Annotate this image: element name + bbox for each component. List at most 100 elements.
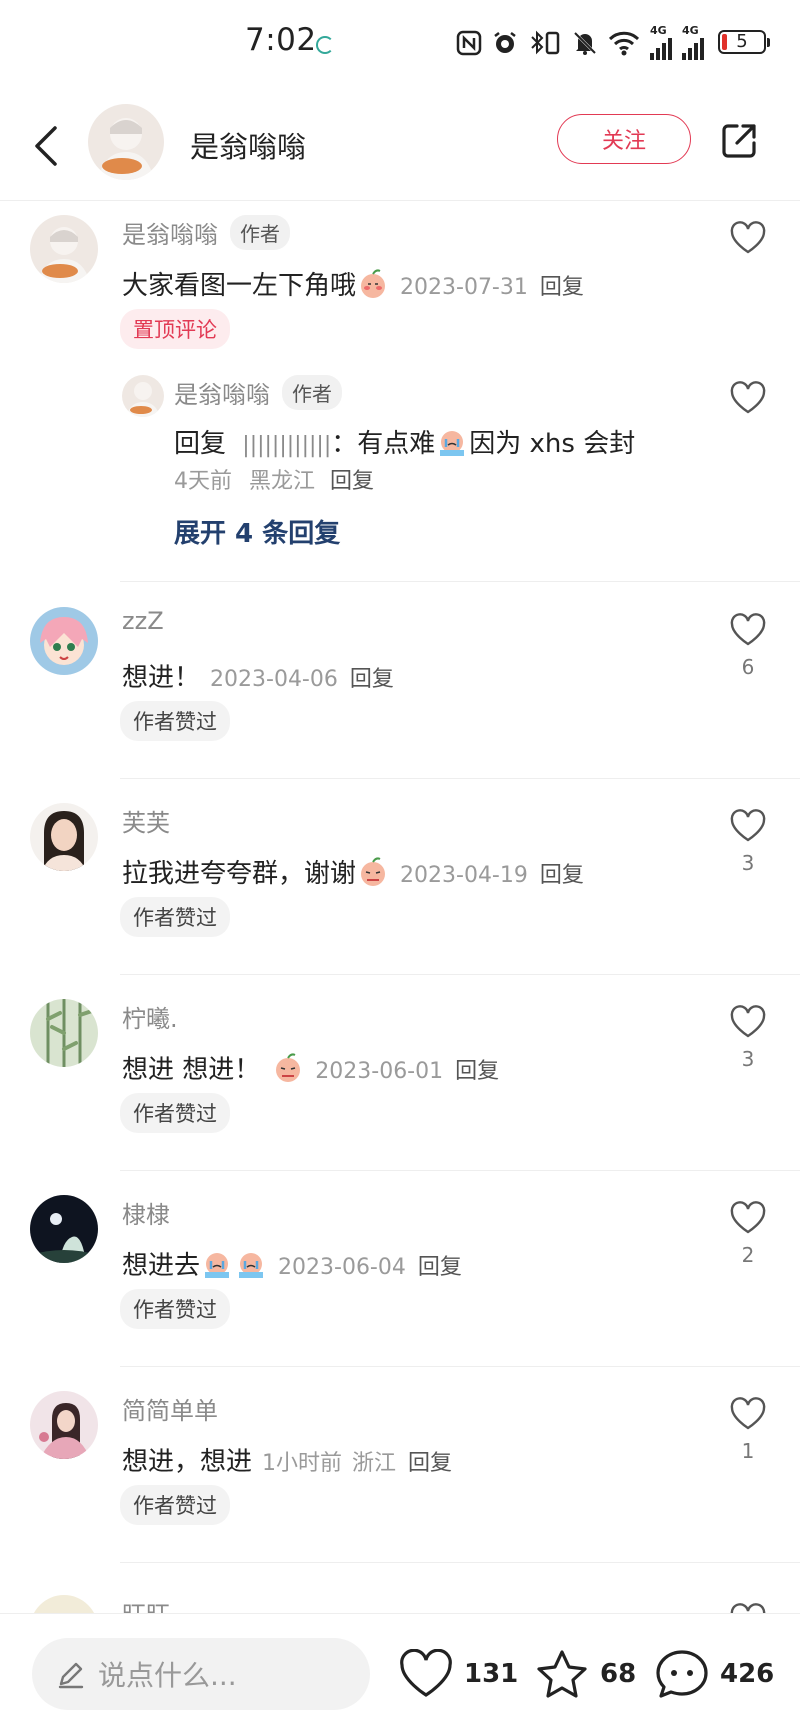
- bottom-action-bar: 说点什么... 131 68 426: [0, 1613, 800, 1733]
- reply-button[interactable]: 回复: [540, 275, 584, 300]
- alarm-icon: [494, 32, 516, 53]
- divider: [120, 1366, 800, 1367]
- heart-icon: [730, 221, 766, 254]
- comment-username[interactable]: 芙芙: [122, 803, 170, 838]
- comment-username[interactable]: zzZ: [122, 607, 164, 635]
- pinned-badge: 置顶评论: [120, 309, 230, 349]
- author-tag: 作者: [282, 375, 342, 410]
- comment-avatar[interactable]: [30, 803, 98, 871]
- status-time: 7:02: [245, 22, 317, 58]
- pleading-peach-emoji: [276, 1053, 301, 1082]
- comment-text[interactable]: 想进 想进！ 2023-06-01 回复: [122, 1049, 499, 1086]
- pen-icon: [58, 1662, 84, 1689]
- reply-username[interactable]: 是翁嗡嗡 作者: [174, 375, 342, 410]
- share-button[interactable]: [716, 118, 762, 164]
- heart-icon: [730, 1603, 766, 1613]
- like-count: 6: [741, 655, 755, 679]
- author-name[interactable]: 是翁嗡嗡: [190, 124, 306, 166]
- comment-location: 浙江: [352, 1451, 397, 1476]
- crying-peach-emoji: [205, 1253, 230, 1278]
- like-count: 1: [741, 1439, 755, 1463]
- back-arrow-icon: [35, 126, 57, 166]
- author-avatar[interactable]: [88, 104, 164, 180]
- comment-date: 2023-04-19: [400, 863, 528, 888]
- comment-item: 简简单单 想进，想进 1小时前 浙江 回复 作者赞过 1: [0, 1377, 800, 1567]
- author-liked-badge: 作者赞过: [120, 1485, 230, 1525]
- comment-username[interactable]: 是翁嗡嗡 作者: [122, 215, 290, 250]
- shy-peach-emoji: [361, 269, 386, 298]
- like-button[interactable]: 3: [726, 809, 770, 875]
- reply-button[interactable]: 回复: [330, 469, 374, 494]
- comment-username[interactable]: 简简单单: [122, 1391, 218, 1426]
- reply-meta: 4天前 黑龙江 回复: [174, 463, 374, 495]
- like-button[interactable]: 1: [726, 1397, 770, 1463]
- reply-button[interactable]: 回复: [350, 667, 394, 692]
- comment-date: 2023-06-01: [315, 1059, 444, 1084]
- comment-avatar[interactable]: [30, 1391, 98, 1459]
- author-liked-badge: 作者赞过: [120, 701, 230, 741]
- comment-total: 426: [720, 1659, 775, 1689]
- heart-icon: [730, 1005, 766, 1038]
- like-button[interactable]: [726, 1603, 770, 1613]
- avatar-image: [30, 1195, 98, 1263]
- comment-text[interactable]: 拉我进夸夸群，谢谢 2023-04-19 回复: [122, 853, 584, 890]
- battery-icon: 5: [718, 30, 770, 54]
- comment-input[interactable]: 说点什么...: [32, 1638, 370, 1710]
- comment-username[interactable]: 旺旺: [122, 1595, 170, 1613]
- reply-button[interactable]: 回复: [408, 1451, 452, 1476]
- like-count: 3: [741, 851, 755, 875]
- avatar-image: [30, 999, 98, 1067]
- comment-date: 2023-07-31: [400, 275, 528, 300]
- comment-action[interactable]: 426: [654, 1644, 774, 1704]
- comment-username[interactable]: 棣棣: [122, 1195, 170, 1230]
- expand-replies-link[interactable]: 展开 4 条回复: [174, 513, 340, 550]
- reply-text[interactable]: 回复 ||||||||||||：有点难 因为 xhs 会封: [174, 423, 635, 460]
- comment-list[interactable]: 是翁嗡嗡 作者 大家看图一左下角哦 2023-07-31 回复 置顶评论 是翁嗡嗡 作者…: [0, 201, 800, 1613]
- comment-date: 2023-04-06: [210, 667, 338, 692]
- status-icons: 4G 4G: [456, 25, 704, 60]
- comment-text[interactable]: 大家看图一左下角哦 2023-07-31 回复: [122, 265, 584, 302]
- bluetooth-vibrate-icon: [531, 30, 560, 55]
- divider: [120, 778, 800, 779]
- back-button[interactable]: [24, 118, 68, 174]
- heart-icon: [730, 381, 766, 414]
- comment-text[interactable]: 想进去 2023-06-04 回复: [122, 1245, 462, 1282]
- reply-avatar[interactable]: [122, 375, 164, 417]
- like-total: 131: [464, 1659, 519, 1689]
- reply-button[interactable]: 回复: [540, 863, 584, 888]
- comment-input-placeholder: 说点什么...: [98, 1659, 237, 1692]
- comment-avatar[interactable]: [30, 607, 98, 675]
- like-button[interactable]: [726, 381, 770, 419]
- comment-item: 柠曦. 想进 想进！ 2023-06-01 回复 作者赞过 3: [0, 985, 800, 1175]
- comment-item: 是翁嗡嗡 作者 大家看图一左下角哦 2023-07-31 回复 置顶评论 是翁嗡嗡 作者…: [0, 201, 800, 549]
- comment-avatar[interactable]: [30, 1195, 98, 1263]
- comment-item: zzZ 想进！ 2023-04-06 回复 作者赞过 6: [0, 593, 800, 783]
- comment-avatar[interactable]: [30, 1595, 98, 1613]
- like-button[interactable]: 3: [726, 1005, 770, 1071]
- heart-icon: [730, 613, 766, 646]
- like-button[interactable]: 2: [726, 1201, 770, 1267]
- top-bar: 是翁嗡嗡 关注: [0, 90, 800, 201]
- avatar-image: [122, 375, 164, 417]
- signal-4g-icon: 4G: [650, 25, 672, 60]
- comment-avatar[interactable]: [30, 215, 98, 283]
- mute-icon: [573, 31, 597, 55]
- like-action[interactable]: 131: [398, 1644, 518, 1704]
- author-tag: 作者: [230, 215, 290, 250]
- divider: [120, 974, 800, 975]
- comment-item: 棣棣 想进去 2023-06-04 回复 作者赞过 2: [0, 1181, 800, 1371]
- avatar-image: [88, 104, 164, 180]
- comment-avatar[interactable]: [30, 999, 98, 1067]
- comment-item: 旺旺: [0, 1573, 800, 1613]
- reply-button[interactable]: 回复: [455, 1059, 499, 1084]
- collect-action[interactable]: 68: [534, 1644, 636, 1704]
- author-liked-badge: 作者赞过: [120, 897, 230, 937]
- reply-button[interactable]: 回复: [418, 1255, 462, 1280]
- comment-text[interactable]: 想进！ 2023-04-06 回复: [122, 657, 394, 694]
- like-button[interactable]: 6: [726, 613, 770, 679]
- comment-text[interactable]: 想进，想进 1小时前 浙江 回复: [122, 1441, 452, 1478]
- comment-username[interactable]: 柠曦.: [122, 999, 178, 1034]
- like-count: 2: [741, 1243, 755, 1267]
- like-button[interactable]: [726, 221, 770, 259]
- follow-button[interactable]: 关注: [557, 114, 691, 164]
